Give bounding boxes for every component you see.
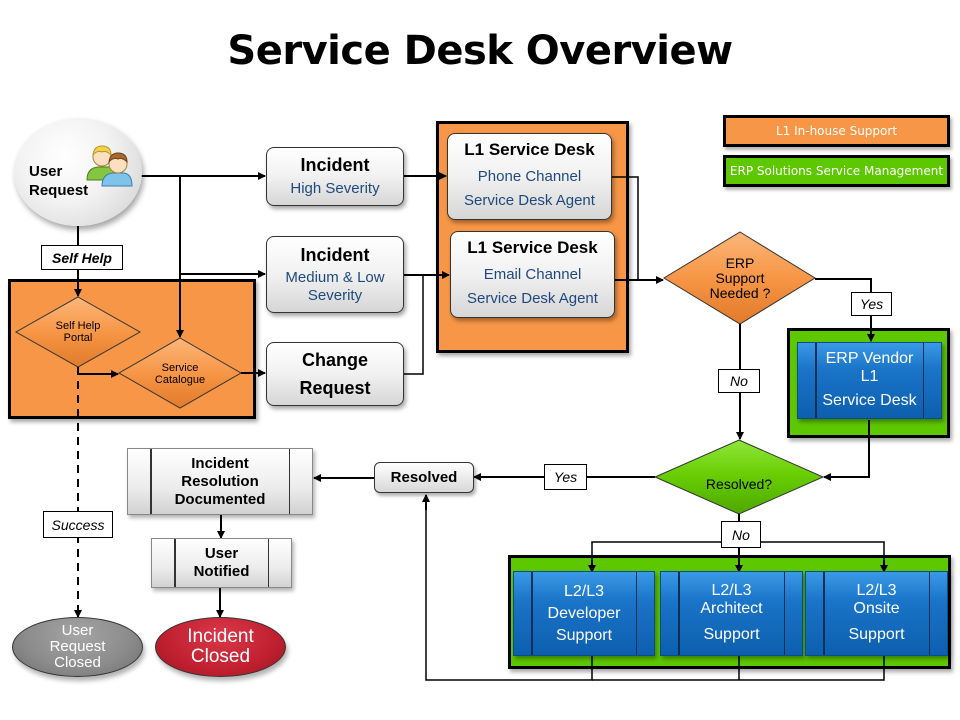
un-line2: Notified — [193, 563, 250, 580]
change-request-line2: Request — [299, 378, 371, 398]
edge-label-success: Success — [43, 511, 113, 538]
legend-erp-solutions: ERP Solutions Service Management — [723, 155, 950, 187]
change-request-line1: Change — [301, 350, 368, 370]
l2l3-onsite-node[interactable]: L2/L3 Onsite Support — [805, 571, 948, 656]
incident-high-severity-node[interactable]: Incident High Severity — [266, 147, 404, 206]
l1-phone-sub2: Service Desk Agent — [464, 192, 595, 209]
incident-medium-low-node[interactable]: Incident Medium & Low Severity — [266, 236, 404, 313]
change-request-node[interactable]: Change Request — [266, 342, 404, 406]
legend-l1-inhouse: L1 In-house Support — [723, 115, 950, 147]
l1-phone-node[interactable]: L1 Service Desk Phone Channel Service De… — [447, 133, 612, 220]
incident-closed-node[interactable]: Incident Closed — [155, 617, 286, 677]
resolved-node[interactable]: Resolved — [374, 462, 474, 493]
erp-line2: Support — [715, 269, 765, 286]
ird-line2: Resolution — [181, 472, 259, 490]
user-request-line2: Request — [29, 182, 89, 199]
erp-vendor-node[interactable]: ERP Vendor L1 Service Desk — [797, 342, 942, 419]
arch-line2: Architect — [700, 599, 763, 617]
ird-line1: Incident — [191, 454, 249, 472]
urc-line3: Closed — [54, 654, 101, 671]
user-request-line1: User — [29, 163, 63, 180]
incident-resolution-documented-node[interactable]: Incident Resolution Documented — [127, 448, 313, 515]
dev-line1: L2/L3 — [563, 582, 605, 600]
incident-medlow-sub2: Severity — [307, 286, 363, 304]
ird-line3: Documented — [174, 490, 266, 508]
l2l3-architect-node[interactable]: L2/L3 Architect Support — [660, 571, 803, 656]
dev-line2: Developer — [547, 604, 621, 622]
l2l3-developer-node[interactable]: L2/L3 Developer Support — [513, 571, 655, 656]
edge-label-resolved-no: No — [721, 521, 761, 548]
l1-phone-title: L1 Service Desk — [464, 140, 595, 159]
l1-phone-sub1: Phone Channel — [477, 168, 582, 185]
arch-line1: L2/L3 — [711, 581, 752, 599]
arch-line3: Support — [703, 625, 760, 643]
edge-label-erp-no: No — [718, 369, 760, 393]
page-title: Service Desk Overview — [227, 28, 733, 74]
self-help-label: Self Help — [41, 245, 123, 270]
service-catalogue-line1: Service — [161, 362, 199, 374]
erp-vendor-line2: L1 — [860, 367, 879, 385]
user-notified-node[interactable]: User Notified — [151, 538, 292, 588]
user-request-node[interactable]: User Request — [14, 118, 142, 226]
onsite-line3: Support — [848, 625, 905, 643]
service-catalogue-line2: Catalogue — [154, 374, 206, 386]
erp-vendor-line3: Service Desk — [822, 391, 917, 409]
l1-email-sub2: Service Desk Agent — [467, 290, 598, 307]
incident-high-sub: High Severity — [290, 180, 380, 197]
service-catalogue-node[interactable]: Service Catalogue — [132, 360, 228, 388]
l1-email-title: L1 Service Desk — [467, 238, 598, 257]
erp-support-needed-node[interactable]: ERP Support Needed ? — [690, 253, 790, 303]
l1-email-node[interactable]: L1 Service Desk Email Channel Service De… — [450, 231, 615, 318]
incident-medlow-title: Incident — [300, 244, 370, 265]
erp-line3: Needed ? — [709, 284, 771, 301]
onsite-line2: Onsite — [853, 599, 900, 617]
edge-label-resolved-yes: Yes — [544, 464, 587, 490]
self-help-portal-node[interactable]: Self Help Portal — [30, 318, 126, 346]
self-help-region — [8, 279, 256, 419]
erp-vendor-line1: ERP Vendor — [825, 349, 914, 367]
un-line1: User — [204, 545, 239, 562]
erp-line1: ERP — [725, 254, 755, 271]
users-icon — [86, 145, 133, 187]
self-help-portal-line2: Portal — [63, 332, 93, 344]
ic-line2: Closed — [190, 646, 251, 667]
incident-high-title: Incident — [300, 155, 370, 175]
ic-line1: Incident — [187, 626, 254, 647]
edge-label-erp-yes: Yes — [851, 292, 892, 316]
user-request-closed-node[interactable]: User Request Closed — [12, 617, 143, 677]
urc-line2: Request — [49, 638, 106, 655]
dev-line3: Support — [555, 626, 613, 644]
l1-email-sub1: Email Channel — [483, 266, 582, 283]
urc-line1: User — [61, 622, 94, 639]
incident-medlow-sub1: Medium & Low — [285, 268, 385, 286]
resolved-decision-node[interactable]: Resolved? — [689, 474, 789, 494]
self-help-portal-line1: Self Help — [55, 320, 101, 332]
onsite-line1: L2/L3 — [856, 581, 897, 599]
